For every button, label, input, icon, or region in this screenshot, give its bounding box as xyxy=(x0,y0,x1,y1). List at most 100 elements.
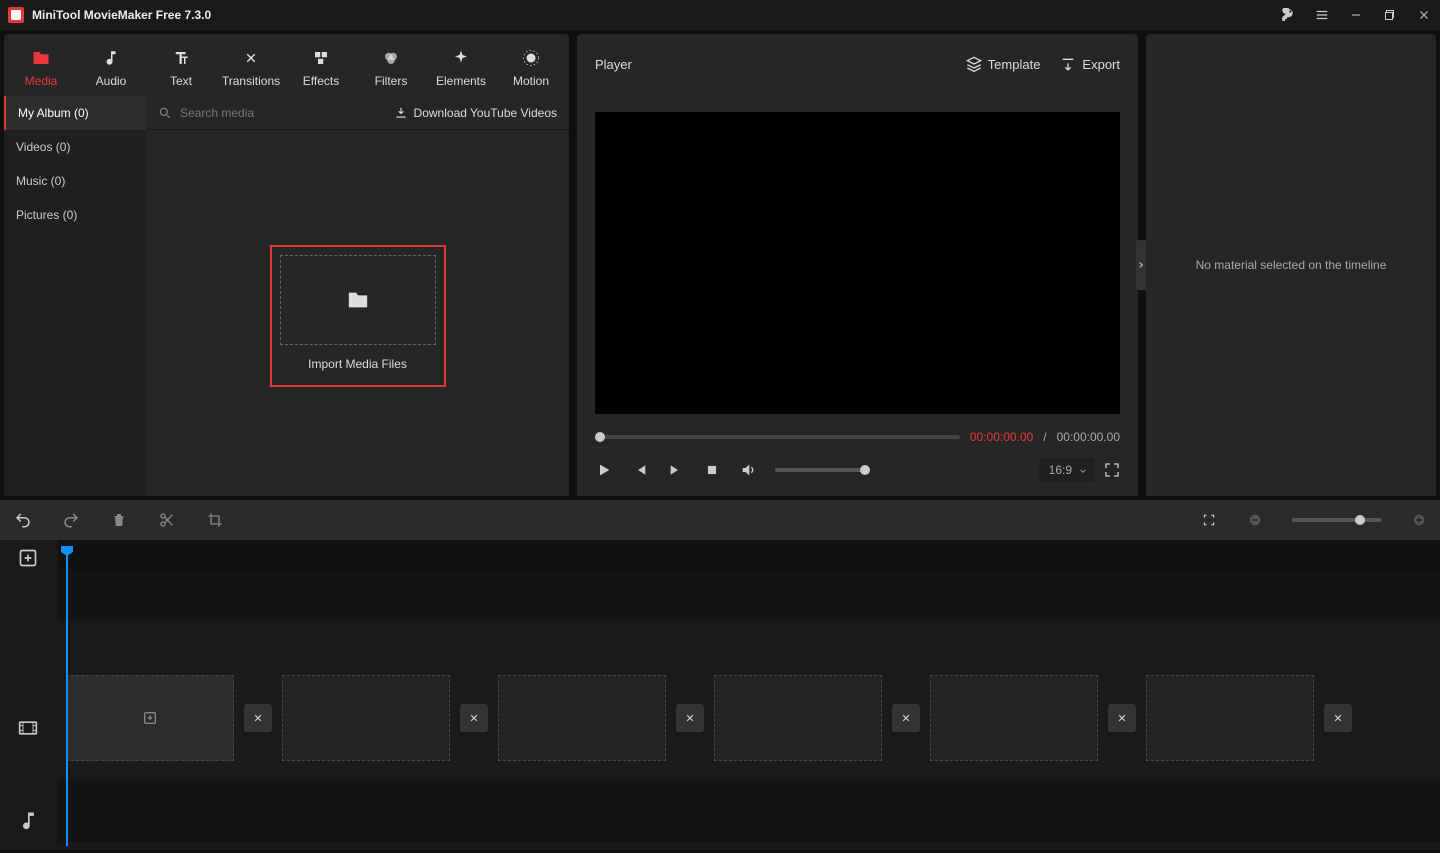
clip-slot[interactable] xyxy=(282,675,450,761)
tab-text-label: Text xyxy=(170,74,192,88)
timeline-ruler[interactable] xyxy=(58,540,1440,570)
crop-button[interactable] xyxy=(206,511,224,529)
aspect-ratio-value: 16:9 xyxy=(1049,463,1072,477)
tab-text[interactable]: Text xyxy=(146,40,216,96)
chevron-right-icon xyxy=(1137,261,1145,269)
time-current: 00:00:00.00 xyxy=(970,430,1033,444)
app-icon xyxy=(8,7,24,23)
search-icon xyxy=(158,106,172,120)
volume-slider[interactable] xyxy=(775,468,870,472)
transition-slot[interactable] xyxy=(244,704,272,732)
time-separator: / xyxy=(1043,430,1046,444)
timeline-toolbar xyxy=(0,500,1440,540)
download-icon xyxy=(394,106,408,120)
tab-effects[interactable]: Effects xyxy=(286,40,356,96)
zoom-out-button[interactable] xyxy=(1248,513,1262,527)
tab-audio[interactable]: Audio xyxy=(76,40,146,96)
music-note-icon xyxy=(101,48,121,68)
layers-icon xyxy=(966,56,982,72)
clip-slot[interactable] xyxy=(930,675,1098,761)
sparkle-icon xyxy=(451,48,471,68)
properties-pane: No material selected on the timeline xyxy=(1146,34,1436,496)
clip-slot[interactable] xyxy=(498,675,666,761)
minimize-button[interactable] xyxy=(1348,7,1364,23)
volume-button[interactable] xyxy=(739,461,757,479)
seek-slider[interactable] xyxy=(595,435,960,439)
text-icon xyxy=(171,48,191,68)
undo-button[interactable] xyxy=(14,511,32,529)
left-pane: Media Audio Text Transitions Effects Fil… xyxy=(4,34,569,496)
tab-motion[interactable]: Motion xyxy=(496,40,566,96)
key-icon[interactable] xyxy=(1280,7,1296,23)
import-slot-icon xyxy=(142,710,158,726)
filters-icon xyxy=(381,48,401,68)
maximize-button[interactable] xyxy=(1382,7,1398,23)
collapse-properties-button[interactable] xyxy=(1136,240,1146,290)
transition-slot[interactable] xyxy=(1324,704,1352,732)
overlay-track[interactable] xyxy=(58,570,1440,620)
video-track[interactable] xyxy=(58,670,1440,766)
preview-canvas xyxy=(595,112,1120,414)
fullscreen-button[interactable] xyxy=(1104,462,1120,478)
import-media-button[interactable]: Import Media Files xyxy=(270,245,446,387)
download-youtube-link[interactable]: Download YouTube Videos xyxy=(394,106,557,120)
sidebar-item-videos[interactable]: Videos (0) xyxy=(4,130,146,164)
sidebar-item-album[interactable]: My Album (0) xyxy=(4,96,146,130)
zoom-in-button[interactable] xyxy=(1412,513,1426,527)
audio-track-icon xyxy=(18,810,38,830)
audio-track[interactable] xyxy=(58,780,1440,842)
motion-icon xyxy=(521,48,541,68)
folder-icon xyxy=(31,48,51,68)
no-selection-label: No material selected on the timeline xyxy=(1196,258,1387,272)
media-sidebar: My Album (0) Videos (0) Music (0) Pictur… xyxy=(4,96,146,496)
tab-transitions[interactable]: Transitions xyxy=(216,40,286,96)
tab-media[interactable]: Media xyxy=(6,40,76,96)
tab-elements-label: Elements xyxy=(436,74,486,88)
transition-slot[interactable] xyxy=(676,704,704,732)
clip-slot[interactable] xyxy=(66,675,234,761)
tab-media-label: Media xyxy=(25,74,58,88)
tab-transitions-label: Transitions xyxy=(222,74,280,88)
nav-tabs: Media Audio Text Transitions Effects Fil… xyxy=(4,34,569,96)
aspect-ratio-select[interactable]: 16:9 xyxy=(1039,458,1094,482)
tab-elements[interactable]: Elements xyxy=(426,40,496,96)
transition-slot[interactable] xyxy=(460,704,488,732)
redo-button[interactable] xyxy=(62,511,80,529)
import-media-label: Import Media Files xyxy=(280,357,436,377)
download-youtube-label: Download YouTube Videos xyxy=(414,106,557,120)
stop-button[interactable] xyxy=(703,461,721,479)
folder-open-icon xyxy=(345,289,371,311)
time-duration: 00:00:00.00 xyxy=(1057,430,1120,444)
delete-button[interactable] xyxy=(110,511,128,529)
export-button[interactable]: Export xyxy=(1060,56,1120,72)
add-track-button[interactable] xyxy=(18,548,38,568)
export-icon xyxy=(1060,56,1076,72)
sidebar-item-music[interactable]: Music (0) xyxy=(4,164,146,198)
fit-zoom-button[interactable] xyxy=(1200,511,1218,529)
player-pane: Player Template Export 00:00:00.00 / 00:… xyxy=(577,34,1138,496)
template-button[interactable]: Template xyxy=(966,56,1041,72)
sidebar-item-pictures[interactable]: Pictures (0) xyxy=(4,198,146,232)
play-button[interactable] xyxy=(595,461,613,479)
transition-slot[interactable] xyxy=(1108,704,1136,732)
timeline[interactable] xyxy=(0,540,1440,850)
tab-effects-label: Effects xyxy=(303,74,339,88)
close-button[interactable] xyxy=(1416,7,1432,23)
template-label: Template xyxy=(988,57,1041,72)
player-title: Player xyxy=(595,57,632,72)
search-input[interactable] xyxy=(180,106,386,120)
clip-slot[interactable] xyxy=(1146,675,1314,761)
next-frame-button[interactable] xyxy=(667,461,685,479)
prev-frame-button[interactable] xyxy=(631,461,649,479)
tab-filters[interactable]: Filters xyxy=(356,40,426,96)
tab-filters-label: Filters xyxy=(375,74,408,88)
split-button[interactable] xyxy=(158,511,176,529)
menu-icon[interactable] xyxy=(1314,7,1330,23)
playhead[interactable] xyxy=(66,546,68,846)
chevron-down-icon xyxy=(1078,466,1088,476)
effects-icon xyxy=(311,48,331,68)
video-track-icon xyxy=(18,718,38,738)
zoom-slider[interactable] xyxy=(1292,518,1382,522)
clip-slot[interactable] xyxy=(714,675,882,761)
transition-slot[interactable] xyxy=(892,704,920,732)
